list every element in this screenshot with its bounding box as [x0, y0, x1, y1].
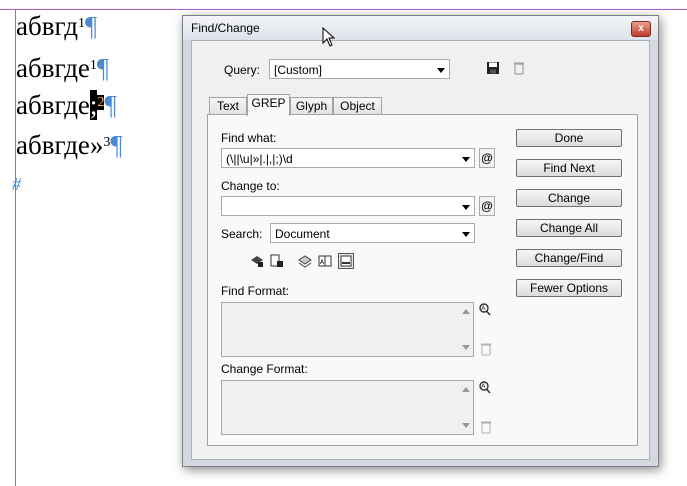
mouse-pointer-icon: [322, 27, 336, 47]
find-special-characters-button[interactable]: @: [479, 148, 495, 168]
doc-line-1: абвгд1¶: [16, 11, 97, 41]
scroll-down-icon[interactable]: [462, 423, 470, 428]
chevron-down-icon: [462, 157, 470, 162]
scroll-up-icon[interactable]: [462, 387, 470, 392]
query-label-text: Query:: [224, 63, 261, 77]
include-hidden-layers-icon[interactable]: [298, 254, 312, 268]
footnote-ref: 3: [103, 135, 111, 150]
end-of-story-marker: #: [12, 174, 21, 194]
tab-object[interactable]: Object: [333, 97, 382, 115]
search-label: Search:: [221, 227, 263, 241]
search-scope-value: Document: [275, 227, 330, 241]
clear-find-format-icon[interactable]: [479, 342, 493, 356]
dialog-titlebar[interactable]: Find/Change x: [183, 16, 658, 40]
doc-line-text: абвгде: [16, 53, 90, 83]
change-button[interactable]: Change: [516, 189, 622, 207]
doc-line-text: абвгде»: [16, 130, 104, 160]
close-button[interactable]: x: [631, 21, 651, 37]
chevron-down-icon: [462, 232, 470, 237]
pilcrow-icon: ¶: [110, 130, 123, 160]
find-format-box[interactable]: [221, 302, 474, 357]
doc-line-3: абвгде;2¶: [16, 90, 117, 120]
footnote-ref: 1: [77, 16, 85, 31]
pilcrow-icon: ¶: [84, 11, 98, 41]
find-what-field[interactable]: (\||\u|»|.|,|;)\d: [221, 148, 475, 168]
change-format-label: Change Format:: [221, 362, 308, 376]
chevron-down-icon: [462, 205, 470, 210]
save-query-icon[interactable]: [486, 61, 500, 75]
query-label: Query:: [224, 63, 260, 77]
horizontal-guide: [0, 9, 687, 10]
dialog-title: Find/Change: [191, 21, 260, 35]
scroll-down-icon[interactable]: [462, 345, 470, 350]
pilcrow-icon: ¶: [96, 53, 110, 83]
find-next-button[interactable]: Find Next: [516, 159, 622, 177]
doc-line-2: абвгде1¶: [16, 53, 109, 83]
query-value: [Custom]: [274, 63, 323, 77]
done-button[interactable]: Done: [516, 129, 622, 147]
find-change-dialog: Find/Change x Query: [Custom] Text GREP …: [182, 15, 659, 467]
doc-line-text: абвгде: [16, 90, 90, 120]
include-locked-layers-icon[interactable]: [250, 254, 264, 268]
chevron-down-icon: [437, 68, 445, 73]
tab-glyph[interactable]: Glyph: [290, 97, 333, 115]
doc-line-text: абвгд: [16, 11, 78, 41]
change-format-box[interactable]: [221, 380, 474, 435]
specify-find-format-icon[interactable]: A: [478, 303, 492, 317]
change-to-field[interactable]: [221, 196, 475, 216]
tab-grep[interactable]: GREP: [247, 94, 290, 116]
dialog-body: Query: [Custom] Text GREP Glyph Object F…: [191, 40, 650, 460]
doc-line-4: абвгде»3¶: [16, 130, 123, 160]
query-dropdown[interactable]: [Custom]: [269, 59, 450, 79]
delete-query-icon[interactable]: [512, 61, 526, 75]
change-to-label: Change to:: [221, 179, 280, 193]
change-format-scrollbar[interactable]: [459, 381, 473, 434]
specify-change-format-icon[interactable]: A: [478, 381, 492, 395]
find-format-label: Find Format:: [221, 284, 290, 298]
search-scope-dropdown[interactable]: Document: [270, 223, 475, 243]
include-locked-stories-icon[interactable]: [270, 254, 284, 268]
tab-text[interactable]: Text: [209, 97, 247, 115]
footnote-ref: 1: [89, 58, 97, 73]
find-format-scrollbar[interactable]: [459, 303, 473, 356]
scroll-up-icon[interactable]: [462, 309, 470, 314]
include-footnotes-icon[interactable]: [338, 253, 354, 269]
pilcrow-icon: ¶: [104, 90, 117, 120]
find-what-label: Find what:: [221, 131, 277, 145]
change-all-button[interactable]: Change All: [516, 219, 622, 237]
include-master-pages-icon[interactable]: A: [318, 254, 332, 268]
clear-change-format-icon[interactable]: [479, 420, 493, 434]
change-find-button[interactable]: Change/Find: [516, 249, 622, 267]
footnote-ref-selected[interactable]: 2: [97, 95, 105, 110]
find-what-value: (\||\u|»|.|,|;)\d: [226, 152, 293, 166]
fewer-options-button[interactable]: Fewer Options: [516, 279, 622, 297]
change-special-characters-button[interactable]: @: [479, 196, 495, 216]
